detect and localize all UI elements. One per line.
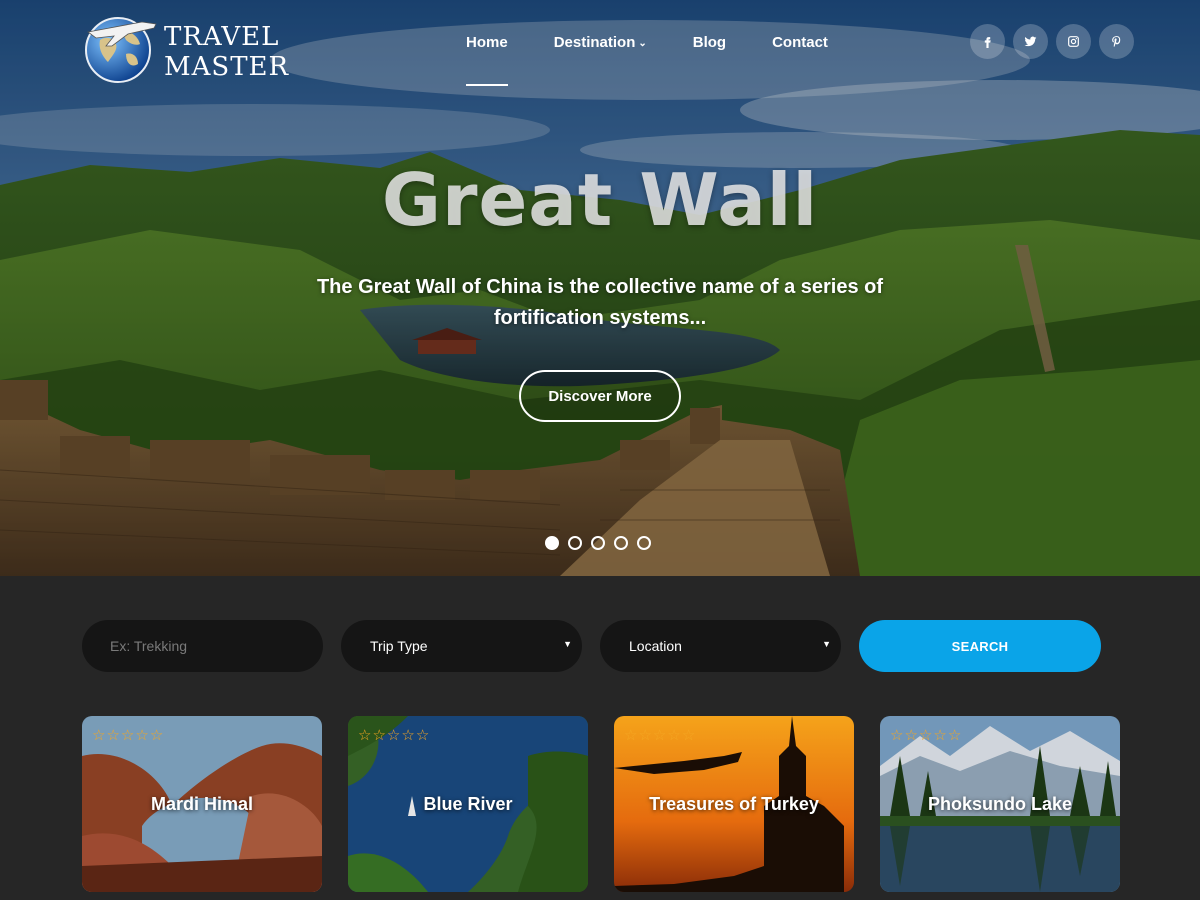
trip-title: Treasures of Turkey: [649, 794, 819, 814]
caret-down-icon: ▼: [822, 639, 831, 649]
discover-more-button[interactable]: Discover More: [519, 370, 681, 422]
instagram-icon: [1068, 36, 1079, 47]
nav-item-destination[interactable]: Destination ⌄: [554, 34, 647, 86]
facebook-link[interactable]: [970, 24, 1005, 59]
keyword-input[interactable]: [110, 638, 300, 654]
nav-item-blog[interactable]: Blog: [693, 34, 726, 86]
hero-description: The Great Wall of China is the collectiv…: [316, 276, 884, 329]
trip-card[interactable]: ☆ ☆ ☆ ☆ ☆ Treasures of Turkey: [614, 716, 854, 892]
trip-title: Blue River: [423, 794, 513, 814]
slider-dot[interactable]: [591, 536, 605, 550]
trip-title: Mardi Himal: [150, 794, 254, 814]
pinterest-icon: [1112, 36, 1121, 48]
star-outline-icon: ☆: [401, 726, 415, 744]
star-outline-icon: ☆: [149, 726, 164, 744]
brand-name: TRAVEL MASTER: [164, 22, 289, 82]
keyword-field: [82, 620, 323, 672]
star-outline-icon: ☆: [92, 726, 106, 744]
search-button[interactable]: SEARCH: [859, 620, 1101, 672]
nav-label: Home: [466, 34, 508, 51]
trip-card[interactable]: ☆ ☆ ☆ ☆ ☆ Phoksundo Lake: [880, 716, 1120, 892]
slider-pagination: [545, 536, 660, 550]
nav-item-home[interactable]: Home: [466, 34, 508, 86]
globe-airplane-icon: [85, 17, 157, 83]
nav-label: Blog: [692, 34, 727, 51]
trip-cards: ☆ ☆ ☆ ☆ ☆ Mardi Himal ☆ ☆ ☆ ☆ ☆ Blue Riv…: [82, 716, 1120, 892]
hero-title: Great Wall: [381, 158, 819, 242]
location-value: Location: [629, 638, 682, 654]
slider-dot[interactable]: [637, 536, 651, 550]
star-outline-icon: ☆: [415, 726, 430, 744]
brand-line-1: TRAVEL: [164, 22, 280, 52]
star-outline-icon: ☆: [372, 726, 386, 744]
star-outline-icon: ☆: [135, 726, 149, 744]
location-select[interactable]: Location ▼: [600, 620, 841, 672]
rating-stars: ☆ ☆ ☆ ☆ ☆: [624, 728, 696, 743]
star-outline-icon: ☆: [652, 726, 667, 744]
rating-stars: ☆ ☆ ☆ ☆ ☆: [358, 728, 430, 743]
rating-stars: ☆ ☆ ☆ ☆ ☆: [92, 728, 164, 743]
caret-down-icon: ▼: [563, 639, 572, 649]
trip-type-select[interactable]: Trip Type ▼: [341, 620, 582, 672]
star-outline-icon: ☆: [638, 726, 652, 744]
star-outline-icon: ☆: [904, 726, 918, 744]
trip-type-value: Trip Type: [370, 638, 428, 654]
star-outline-icon: ☆: [624, 726, 638, 744]
instagram-link[interactable]: [1056, 24, 1091, 59]
facebook-icon: [984, 37, 991, 48]
star-outline-icon: ☆: [106, 726, 120, 744]
pinterest-link[interactable]: [1099, 24, 1134, 59]
rating-stars: ☆ ☆ ☆ ☆ ☆: [890, 728, 962, 743]
main-navigation: Home Destination ⌄ Blog Contact: [466, 34, 874, 86]
star-outline-icon: ☆: [890, 726, 904, 744]
nav-label: Contact: [772, 34, 828, 51]
star-outline-icon: ☆: [120, 726, 135, 744]
hero-slider: TRAVEL MASTER Home Destination ⌄ Blog Con…: [0, 0, 1200, 576]
slider-dot[interactable]: [568, 536, 582, 550]
slider-dot[interactable]: [545, 536, 559, 550]
star-outline-icon: ☆: [386, 726, 401, 744]
star-outline-icon: ☆: [358, 726, 372, 744]
twitter-icon: [1024, 36, 1037, 47]
site-logo[interactable]: TRAVEL MASTER: [82, 10, 292, 84]
star-outline-icon: ☆: [947, 726, 962, 744]
slider-dot[interactable]: [614, 536, 628, 550]
chevron-down-icon: ⌄: [638, 38, 647, 49]
trip-card[interactable]: ☆ ☆ ☆ ☆ ☆ Blue River: [348, 716, 588, 892]
star-outline-icon: ☆: [667, 726, 681, 744]
social-links: [970, 24, 1142, 59]
star-outline-icon: ☆: [918, 726, 933, 744]
star-outline-icon: ☆: [933, 726, 947, 744]
nav-item-contact[interactable]: Contact: [772, 34, 828, 86]
trip-card[interactable]: ☆ ☆ ☆ ☆ ☆ Mardi Himal: [82, 716, 322, 892]
brand-line-2: MASTER: [164, 52, 290, 82]
trip-search-bar: Trip Type ▼ Location ▼ SEARCH: [82, 620, 1101, 672]
trip-title: Phoksundo Lake: [927, 794, 1073, 814]
twitter-link[interactable]: [1013, 24, 1048, 59]
nav-label: Destination: [553, 34, 636, 51]
star-outline-icon: ☆: [681, 726, 696, 744]
